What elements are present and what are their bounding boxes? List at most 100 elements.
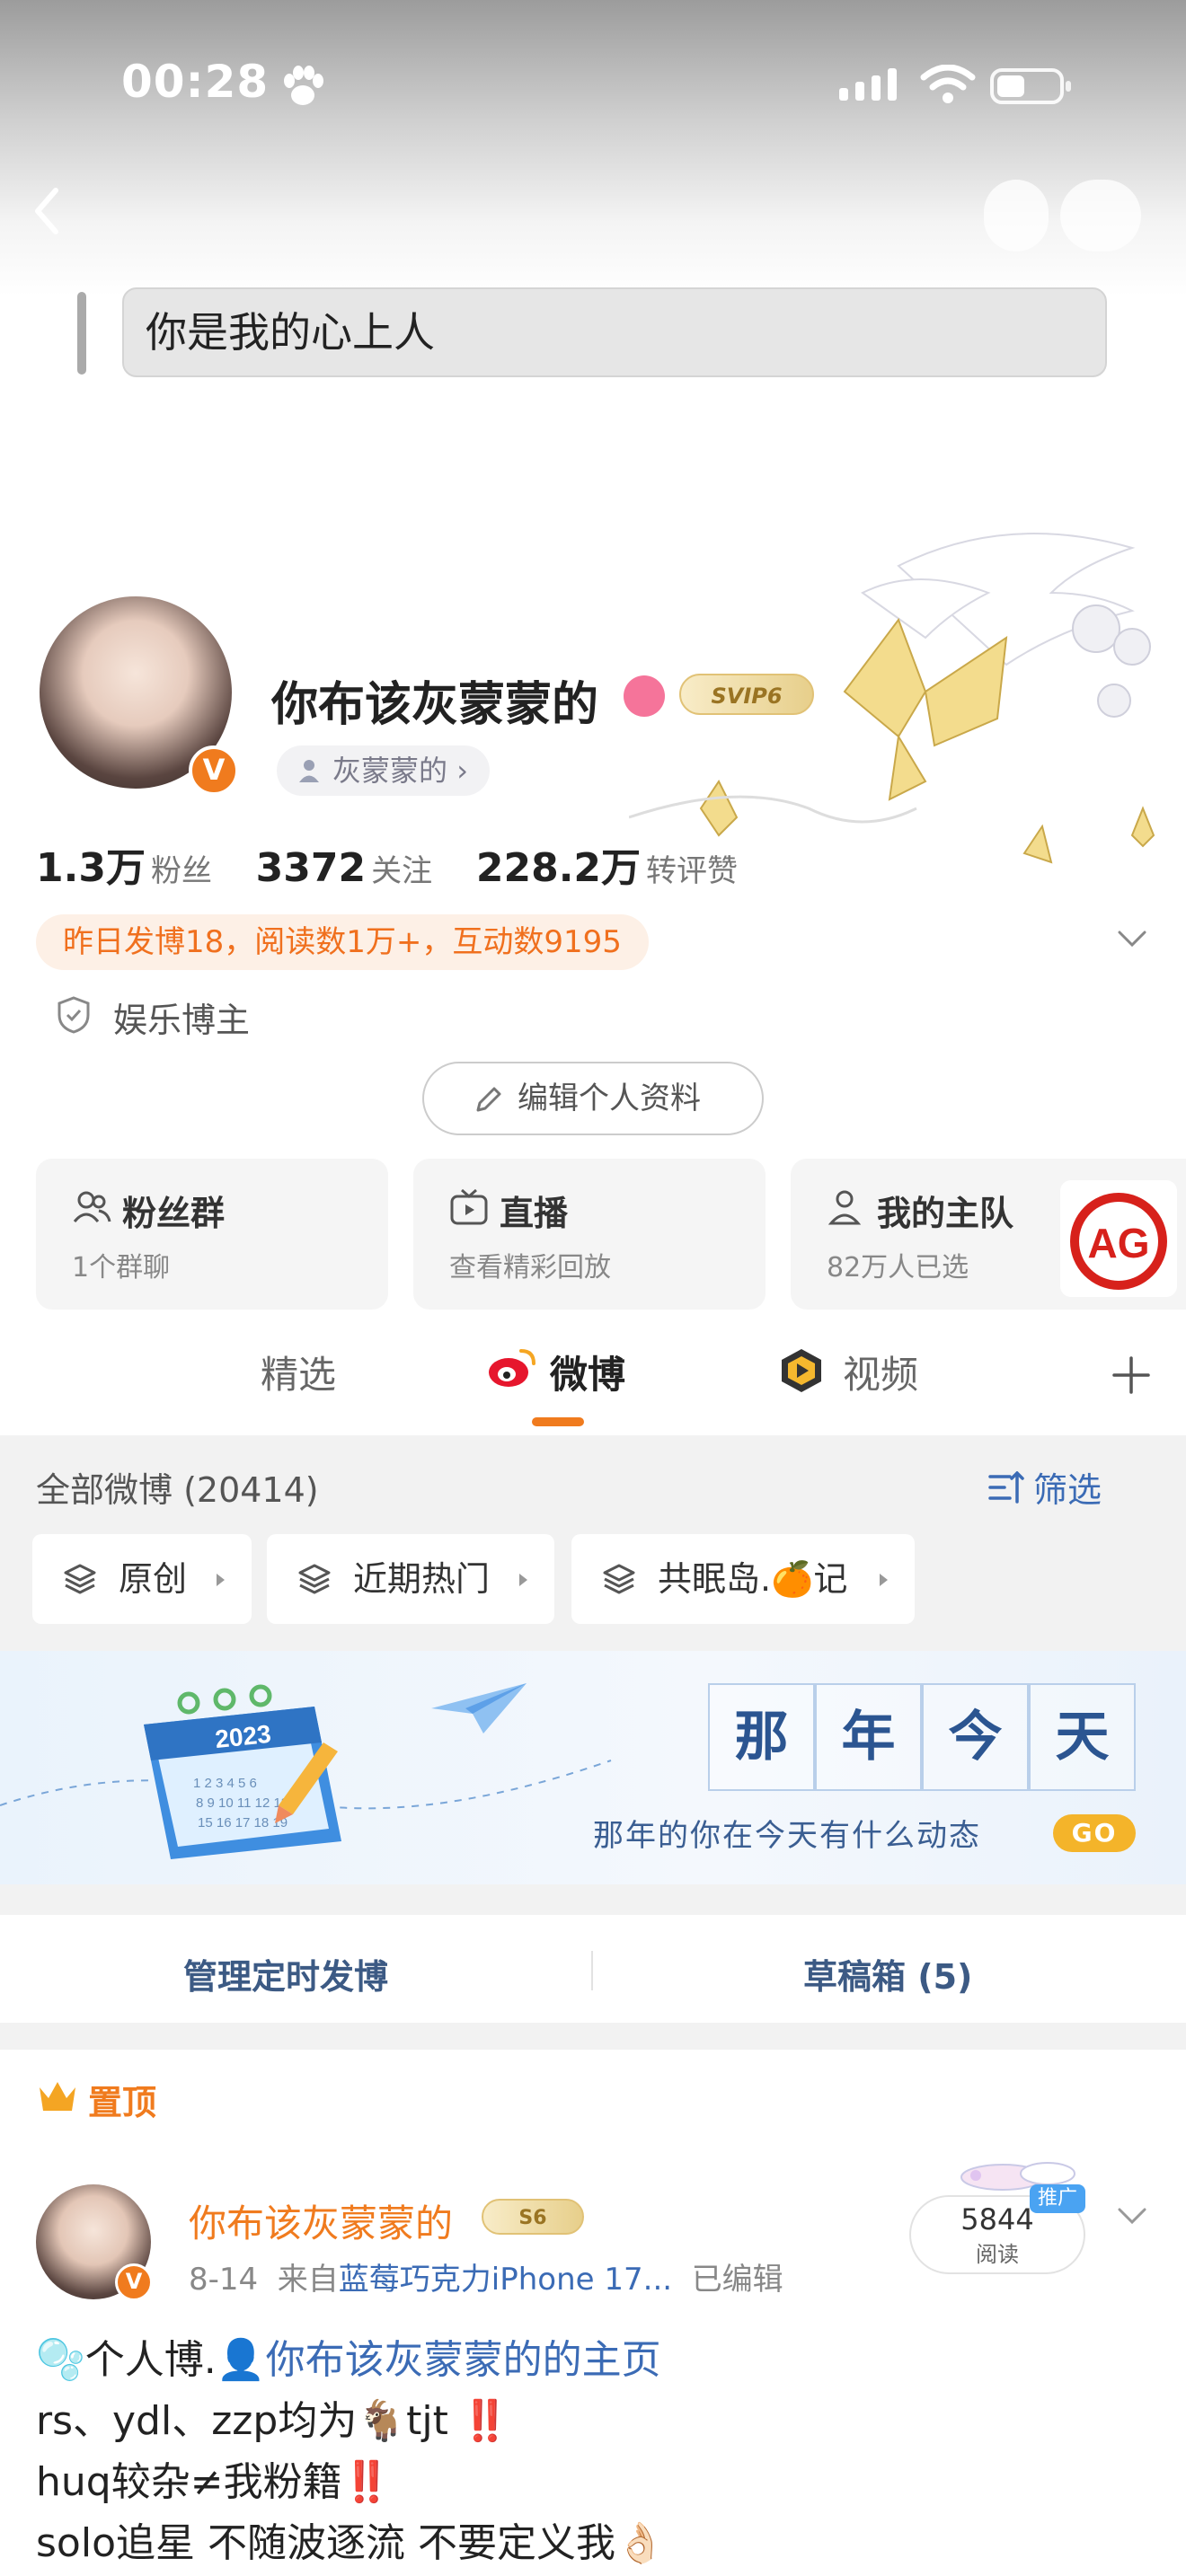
live-subtitle: 查看精彩回放: [449, 1252, 611, 1284]
home-team-title: 我的主队: [877, 1194, 1014, 1233]
post-line: rs、ydl、zzp均为🐐tjt ‼️: [36, 2391, 1150, 2452]
calendar-icon: 2023 1 2 3 4 5 6 8 9 10 11 12 13 15 16 1…: [144, 1684, 341, 1859]
post-body: 🫧个人博.👤你布该灰蒙蒙的的主页 rs、ydl、zzp均为🐐tjt ‼️ huq…: [36, 2330, 1150, 2574]
post-svip-badge: S6: [482, 2199, 584, 2235]
nickname-tag-label: 灰蒙蒙的: [332, 754, 448, 788]
post-source-prefix: 来自: [277, 2262, 339, 2298]
add-tab-icon[interactable]: [1111, 1354, 1152, 1396]
signature-bar: [77, 292, 86, 375]
chip-arrow-icon: [880, 1574, 888, 1586]
post-line: solo追星 不随波逐流 不要定义我👌🏻: [36, 2513, 1150, 2574]
on-this-day-title: 那 年 今 天: [708, 1683, 1136, 1791]
promote-tag[interactable]: 推广: [1030, 2184, 1085, 2213]
cellular-signal-icon: [839, 68, 897, 101]
tab-featured[interactable]: 精选: [261, 1345, 336, 1399]
manage-scheduled-posts-button[interactable]: 管理定时发博: [183, 1949, 388, 1998]
post-line-text: solo追星 不随波逐流 不要定义我👌🏻: [36, 2520, 665, 2566]
post-line: huq较杂≠我粉籍‼️: [36, 2452, 1150, 2513]
divider: [591, 1951, 593, 1990]
interactions-label: 转评赞: [646, 853, 739, 889]
profile-stats: 1.3万 粉丝 3372 关注 228.2万 转评赞: [36, 835, 770, 893]
paper-plane-icon: [431, 1683, 527, 1734]
fan-group-card[interactable]: 粉丝群 1个群聊: [36, 1159, 388, 1310]
wifi-icon: [920, 65, 976, 103]
person-icon: [299, 760, 319, 782]
yesterday-summary[interactable]: 昨日发博18，阅读数1万+，互动数9195: [36, 914, 649, 970]
svip-badge[interactable]: SVIP6: [679, 674, 814, 715]
chip-recent-hot-label: 近期热门: [353, 1559, 491, 1599]
section-separator: [0, 2023, 1186, 2050]
live-title: 直播: [500, 1194, 569, 1233]
content-tab-bar: 精选 微博 视频: [0, 1325, 1186, 1433]
post-line: 🫧个人博.👤你布该灰蒙蒙的的主页: [36, 2330, 1150, 2391]
title-char: 年: [815, 1683, 922, 1791]
creator-category: 娱乐博主: [113, 1001, 251, 1040]
paw-icon: [284, 66, 323, 105]
post-line-text: rs、ydl、zzp均为🐐tjt: [36, 2398, 448, 2444]
double-exclamation-icon: ‼️: [341, 2459, 392, 2505]
chip-album-label: 共眠岛.🍊记: [658, 1559, 848, 1599]
live-card[interactable]: 直播 查看精彩回放: [413, 1159, 766, 1310]
layers-icon: [64, 1564, 96, 1594]
fan-group-subtitle: 1个群聊: [72, 1252, 171, 1284]
following-count[interactable]: 3372: [256, 845, 366, 891]
post-meta: 8-14 来自蓝莓巧克力iPhone 17... 已编辑: [189, 2254, 783, 2298]
female-gender-icon: [624, 675, 665, 717]
active-tab-indicator: [532, 1417, 584, 1426]
video-logo-icon: [782, 1349, 821, 1392]
crown-icon: [40, 2082, 75, 2111]
post-date: 8-14: [189, 2262, 259, 2298]
double-exclamation-icon: ‼️: [460, 2398, 510, 2444]
chip-album[interactable]: 共眠岛.🍊记: [571, 1534, 915, 1624]
svg-text:15 16 17 18 19: 15 16 17 18 19: [198, 1815, 288, 1831]
fan-group-title: 粉丝群: [122, 1194, 226, 1233]
read-label: 阅读: [976, 2242, 1019, 2267]
chip-original[interactable]: 原创: [32, 1534, 252, 1624]
top-more-button[interactable]: [1060, 180, 1141, 251]
layers-icon: [298, 1564, 331, 1594]
home-team-subtitle: 82万人已选: [827, 1252, 969, 1284]
group-icon: [73, 1191, 111, 1222]
filter-button[interactable]: 筛选: [1033, 1462, 1102, 1512]
chevron-down-icon[interactable]: [1114, 925, 1150, 952]
layers-icon: [603, 1564, 635, 1594]
profile-link-text: 你布该灰蒙蒙的的主页: [265, 2337, 661, 2383]
pinned-label: 置顶: [88, 2083, 157, 2122]
header-background: [0, 0, 1186, 296]
section-separator: [0, 1884, 1186, 1915]
status-time: 00:28: [121, 56, 270, 108]
followers-count[interactable]: 1.3万: [36, 845, 146, 891]
ag-team-logo-icon: AG: [1060, 1180, 1177, 1297]
tab-video[interactable]: 视频: [843, 1345, 918, 1399]
calendar-year: 2023: [214, 1720, 272, 1753]
manage-row: [0, 1915, 1186, 2023]
title-char: 今: [922, 1683, 1029, 1791]
top-action-button[interactable]: [984, 180, 1049, 251]
followers-label: 粉丝: [150, 853, 212, 889]
tab-weibo[interactable]: 微博: [550, 1345, 625, 1399]
filter-icon[interactable]: [988, 1471, 1024, 1504]
drafts-button[interactable]: 草稿箱 (5): [803, 1949, 972, 1998]
banner-caption: 那年的你在今天有什么动态: [593, 1818, 981, 1854]
chip-recent-hot[interactable]: 近期热门: [267, 1534, 554, 1624]
chip-arrow-icon: [217, 1574, 225, 1586]
interactions-count[interactable]: 228.2万: [476, 845, 641, 891]
weibo-logo-icon: [489, 1349, 535, 1387]
chevron-down-icon[interactable]: [1114, 2202, 1150, 2229]
signature-text[interactable]: 你是我的心上人: [122, 287, 1107, 377]
pencil-icon: [476, 1087, 501, 1112]
verified-badge-icon: V: [115, 2263, 153, 2301]
all-posts-count: 全部微博 (20414): [36, 1470, 319, 1510]
shield-check-icon: [58, 996, 90, 1034]
post-edited: 已编辑: [691, 2262, 783, 2298]
following-label: 关注: [371, 853, 433, 889]
chip-original-label: 原创: [119, 1559, 188, 1599]
banner-go-button[interactable]: GO: [1053, 1814, 1136, 1852]
post-author-name[interactable]: 你布该灰蒙蒙的: [189, 2193, 453, 2248]
svg-text:AG: AG: [1088, 1220, 1150, 1266]
title-char: 那: [708, 1683, 815, 1791]
post-source-link[interactable]: 蓝莓巧克力iPhone 17...: [339, 2262, 672, 2298]
profile-link[interactable]: 👤你布该灰蒙蒙的的主页: [217, 2337, 661, 2383]
home-team-card[interactable]: 我的主队 82万人已选 AG: [791, 1159, 1186, 1310]
back-arrow-icon[interactable]: [25, 180, 70, 243]
